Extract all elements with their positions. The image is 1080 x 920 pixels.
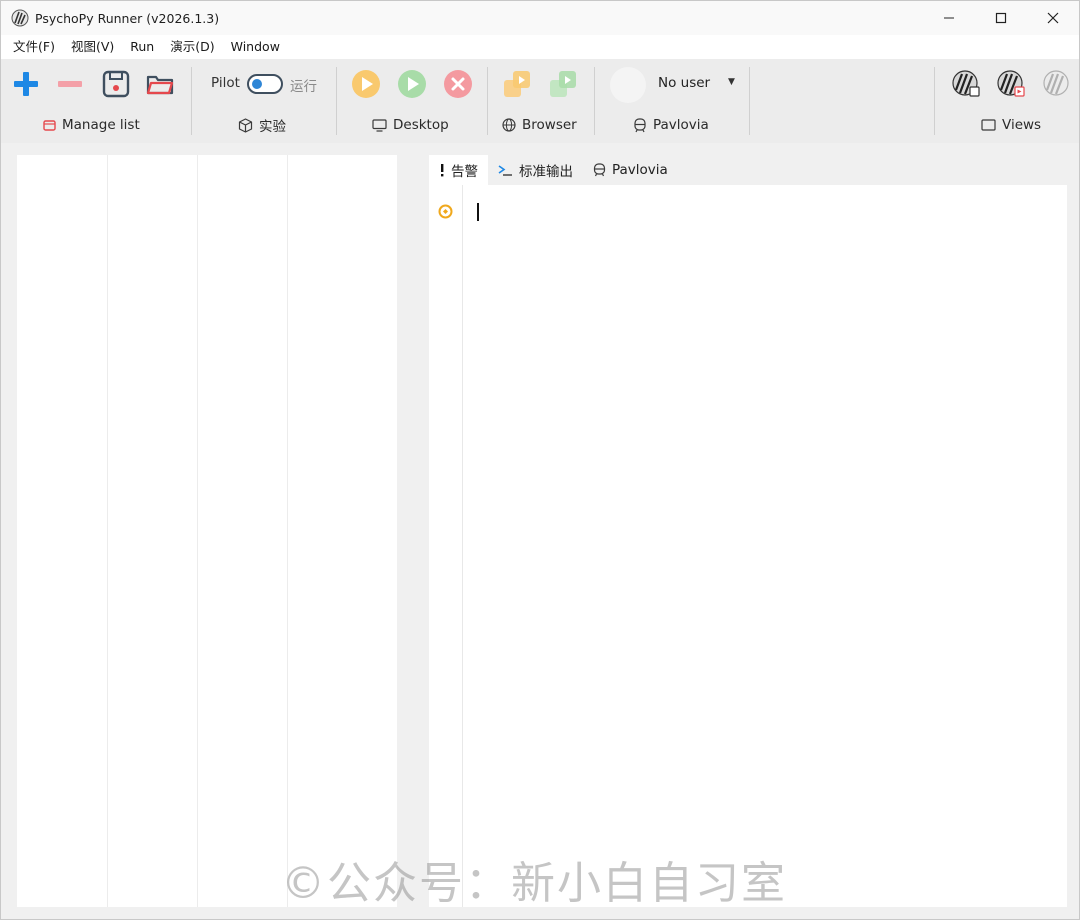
column-separator [197,155,198,907]
pilot-label: Pilot [211,75,240,91]
column-separator [287,155,288,907]
desktop-label: Desktop [372,116,449,134]
views-label: Views [981,116,1041,134]
alert-marker-icon [438,204,453,219]
alerts-output[interactable] [429,185,1067,907]
text-cursor [477,203,479,221]
window-controls [923,1,1079,35]
browser-pilot-icon [504,71,530,97]
desktop-stop-button[interactable] [441,67,475,101]
globe-icon [502,118,516,132]
open-list-button[interactable] [143,67,177,101]
tab-pavlovia[interactable]: Pavlovia [583,155,678,185]
remove-icon [58,81,82,87]
window-title: PsychoPy Runner (v2026.1.3) [35,10,220,26]
window-icon [981,119,996,131]
browser-label: Browser [502,116,577,134]
maximize-icon [995,12,1007,24]
close-icon [1047,12,1059,24]
menu-file[interactable]: 文件(F) [5,35,63,59]
menu-bar: 文件(F) 视图(V) Run 演示(D) Window [1,35,1079,59]
cube-icon [238,117,253,133]
menu-window[interactable]: Window [223,35,288,59]
title-bar: PsychoPy Runner (v2026.1.3) [1,1,1079,35]
tab-pavlovia-label: Pavlovia [612,162,668,178]
desktop-run-button[interactable] [395,67,429,101]
browser-text: Browser [522,117,577,133]
menu-run[interactable]: Run [122,35,162,59]
pavlovia-icon [634,117,646,132]
runner-view-icon [1043,70,1069,96]
minimize-icon [944,17,954,19]
desktop-text: Desktop [393,117,449,133]
run-play-icon [398,70,426,98]
menu-demos[interactable]: 演示(D) [162,35,222,59]
save-list-button[interactable] [99,67,133,101]
psychopy-logo-icon [11,9,29,27]
column-separator [107,155,108,907]
views-text: Views [1002,117,1042,133]
experiment-list[interactable] [17,155,397,907]
desktop-pilot-button[interactable] [349,67,383,101]
pilot-run-toggle[interactable] [247,74,283,94]
pavlovia-text: Pavlovia [653,117,709,133]
builder-view-icon [952,70,980,97]
runner-view-button[interactable] [1040,67,1074,101]
monitor-icon [372,118,387,132]
run-mode-label: 运行 [290,79,317,95]
maximize-button[interactable] [975,1,1027,35]
toolbar: Manage list Pilot 运行 实验 Desktop Browser … [1,59,1079,143]
stop-icon [444,70,472,98]
save-icon [102,70,130,98]
menu-view[interactable]: 视图(V) [63,35,122,59]
pavlovia-icon [593,163,606,177]
views-section: Views [935,59,1079,143]
desktop-section: Desktop [337,59,487,143]
terminal-icon [498,165,512,176]
pilot-play-icon [352,70,380,98]
user-avatar[interactable] [610,67,646,103]
user-name[interactable]: No user [658,75,710,91]
experiment-label: 实验 [238,116,286,135]
experiment-section: Pilot 运行 实验 [192,59,336,143]
toolbar-divider [749,67,750,135]
tab-stdout-label: 标准输出 [519,164,573,180]
list-icon [43,119,56,131]
manage-list-label: Manage list [43,116,140,134]
minimize-button[interactable] [923,1,975,35]
browser-run-button[interactable] [546,67,580,101]
pavlovia-label: Pavlovia [633,116,709,134]
browser-pilot-button[interactable] [500,67,534,101]
open-folder-icon [146,75,174,95]
output-panel: 告警 标准输出 Pavlovia [429,155,1067,907]
browser-run-icon [550,71,576,97]
browser-section: Browser [488,59,594,143]
editor-gutter [429,185,463,907]
experiment-text: 实验 [259,119,286,135]
pavlovia-section: No user ▼ Pavlovia [595,59,749,143]
runner-window: PsychoPy Runner (v2026.1.3) 文件(F) 视图(V) … [0,0,1080,920]
tab-stdout[interactable]: 标准输出 [488,155,583,185]
coder-view-icon [997,70,1025,97]
manage-list-section: Manage list [1,59,191,143]
main-area: 告警 标准输出 Pavlovia [1,143,1079,919]
tab-alerts-label: 告警 [451,164,478,180]
builder-view-button[interactable] [949,67,983,101]
coder-view-button[interactable] [994,67,1028,101]
alert-icon [441,164,444,177]
user-dropdown-caret[interactable]: ▼ [728,77,735,87]
output-tabs: 告警 标准输出 Pavlovia [429,155,678,185]
watermark: ©公众号：新小白自习室 [281,858,787,909]
remove-experiment-button[interactable] [53,67,87,101]
manage-list-text: Manage list [62,117,140,133]
close-button[interactable] [1027,1,1079,35]
toggle-knob [252,79,262,89]
add-icon [14,72,38,96]
tab-alerts[interactable]: 告警 [429,155,488,185]
add-experiment-button[interactable] [9,67,43,101]
